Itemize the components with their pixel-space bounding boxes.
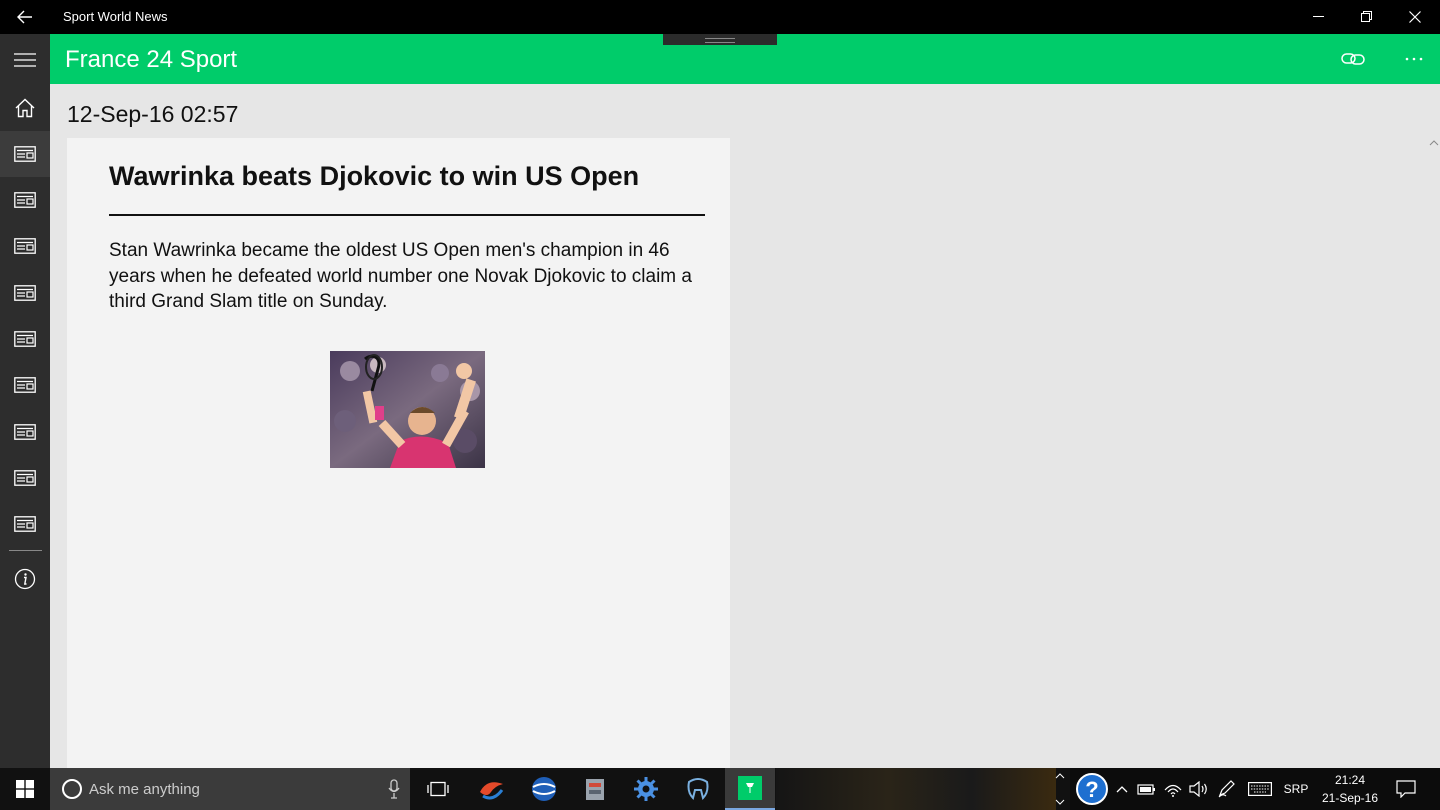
taskbar-app-sport-world-news[interactable] bbox=[725, 768, 775, 810]
page-title: France 24 Sport bbox=[65, 46, 238, 73]
clock[interactable]: 21:24 21-Sep-16 bbox=[1318, 771, 1382, 807]
minimize-icon bbox=[1313, 16, 1324, 17]
sidebar-item-feed-1[interactable] bbox=[0, 131, 50, 177]
news-icon bbox=[14, 146, 36, 162]
sidebar-item-home[interactable] bbox=[0, 85, 50, 131]
taskbar-scroll-icon bbox=[1055, 773, 1065, 805]
sidebar-item-feed-4[interactable] bbox=[0, 270, 50, 316]
battery-button[interactable] bbox=[1134, 768, 1160, 810]
windows-ink-button[interactable] bbox=[1212, 768, 1240, 810]
hamburger-icon bbox=[14, 53, 36, 67]
elephant-app-icon bbox=[687, 778, 709, 800]
back-button[interactable] bbox=[0, 0, 50, 34]
sidebar-item-about[interactable] bbox=[0, 556, 50, 602]
volume-icon bbox=[1189, 781, 1207, 797]
close-icon bbox=[1409, 11, 1421, 23]
article-headline: Wawrinka beats Djokovic to win US Open bbox=[109, 161, 640, 191]
news-icon bbox=[14, 192, 36, 208]
restore-icon bbox=[1361, 11, 1372, 22]
link-button[interactable] bbox=[1336, 42, 1370, 76]
sidebar-item-feed-2[interactable] bbox=[0, 177, 50, 223]
news-icon bbox=[14, 285, 36, 301]
help-icon: ? bbox=[1076, 773, 1108, 805]
system-tray: ? SRP bbox=[1070, 768, 1440, 810]
app-swirl-icon bbox=[480, 782, 504, 800]
sidebar-item-feed-8[interactable] bbox=[0, 455, 50, 501]
scroll-up-icon bbox=[1429, 140, 1439, 146]
news-icon bbox=[14, 238, 36, 254]
windows-logo-icon bbox=[16, 780, 34, 798]
sidebar-item-feed-9[interactable] bbox=[0, 501, 50, 547]
taskbar-wallpaper-area bbox=[776, 768, 1056, 810]
vertical-scrollbar[interactable] bbox=[1428, 136, 1440, 766]
sport-news-app-icon bbox=[738, 776, 762, 800]
svg-text:?: ? bbox=[1085, 777, 1098, 802]
help-button[interactable]: ? bbox=[1072, 768, 1112, 810]
sidebar-item-feed-5[interactable] bbox=[0, 316, 50, 362]
news-icon bbox=[14, 470, 36, 486]
taskbar-app-4[interactable] bbox=[621, 768, 671, 810]
sidebar-divider bbox=[9, 550, 42, 551]
more-icon bbox=[1405, 57, 1423, 61]
hamburger-menu-button[interactable] bbox=[0, 37, 50, 83]
main-content: 12-Sep-16 02:57 Wawrinka beats Djokovic … bbox=[50, 84, 1440, 768]
article-card: Wawrinka beats Djokovic to win US Open S… bbox=[67, 138, 730, 768]
clock-time: 21:24 bbox=[1334, 773, 1366, 787]
taskbar-app-1[interactable] bbox=[466, 768, 516, 810]
news-icon bbox=[14, 516, 36, 532]
restore-button[interactable] bbox=[1343, 0, 1391, 34]
chevron-up-icon bbox=[1116, 786, 1128, 793]
input-language-indicator[interactable]: SRP bbox=[1278, 768, 1314, 810]
sidebar bbox=[0, 34, 50, 768]
start-button[interactable] bbox=[0, 768, 50, 810]
search-placeholder: Ask me anything bbox=[89, 781, 200, 798]
taskbar-app-2[interactable] bbox=[519, 768, 569, 810]
back-arrow-icon bbox=[17, 10, 32, 24]
sidebar-item-feed-7[interactable] bbox=[0, 409, 50, 455]
news-icon bbox=[14, 377, 36, 393]
taskbar-app-5[interactable] bbox=[673, 768, 723, 810]
wifi-button[interactable] bbox=[1160, 768, 1186, 810]
pen-icon bbox=[1218, 780, 1235, 798]
keyboard-icon bbox=[1248, 782, 1272, 796]
globe-app-icon bbox=[532, 777, 556, 801]
clock-date: 21-Sep-16 bbox=[1321, 791, 1379, 805]
file-cabinet-icon bbox=[586, 779, 604, 800]
tennis-player-photo bbox=[330, 351, 485, 468]
drag-handle[interactable] bbox=[663, 34, 777, 45]
microphone-icon[interactable] bbox=[388, 779, 400, 799]
cortana-icon bbox=[62, 779, 82, 799]
close-button[interactable] bbox=[1391, 0, 1439, 34]
volume-button[interactable] bbox=[1186, 768, 1212, 810]
link-icon bbox=[1341, 53, 1365, 65]
sidebar-item-feed-6[interactable] bbox=[0, 362, 50, 408]
headline-divider bbox=[109, 214, 705, 216]
home-icon bbox=[15, 98, 35, 118]
news-icon bbox=[14, 424, 36, 440]
cortana-search-box[interactable]: Ask me anything bbox=[50, 768, 410, 810]
app-header: France 24 Sport bbox=[50, 34, 1440, 84]
show-hidden-icons-button[interactable] bbox=[1112, 768, 1132, 810]
article-summary: Stan Wawrinka became the oldest US Open … bbox=[109, 240, 692, 312]
news-icon bbox=[14, 331, 36, 347]
task-view-icon bbox=[427, 781, 449, 797]
minimize-button[interactable] bbox=[1295, 0, 1343, 34]
touch-keyboard-button[interactable] bbox=[1244, 768, 1276, 810]
wifi-icon bbox=[1164, 784, 1182, 797]
taskbar: Ask me anything ? SRP 21:24 21-Sep-16 bbox=[0, 768, 1440, 810]
notification-icon bbox=[1396, 780, 1416, 798]
sidebar-item-feed-3[interactable] bbox=[0, 223, 50, 269]
more-button[interactable] bbox=[1397, 42, 1431, 76]
article-photo[interactable] bbox=[330, 351, 485, 468]
gear-app-icon bbox=[634, 777, 658, 801]
app-title: Sport World News bbox=[63, 9, 168, 24]
action-center-button[interactable] bbox=[1386, 768, 1426, 810]
title-bar: Sport World News bbox=[0, 0, 1440, 34]
task-view-button[interactable] bbox=[413, 768, 463, 810]
battery-icon bbox=[1137, 784, 1155, 795]
article-date: 12-Sep-16 02:57 bbox=[67, 101, 239, 127]
taskbar-scroll[interactable] bbox=[1052, 768, 1068, 810]
info-icon bbox=[14, 568, 36, 590]
taskbar-app-3[interactable] bbox=[570, 768, 620, 810]
